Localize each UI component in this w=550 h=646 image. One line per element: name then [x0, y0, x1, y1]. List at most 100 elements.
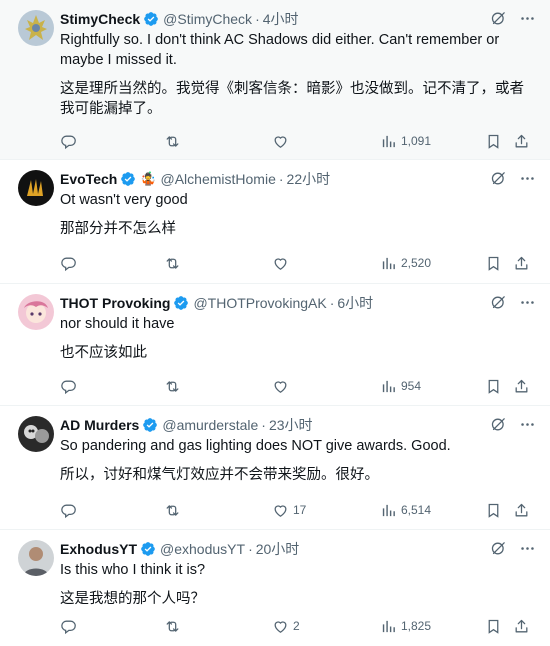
- bookmark-button[interactable]: [485, 255, 502, 272]
- action-bar: 2 1,825: [60, 616, 536, 636]
- timestamp[interactable]: 4小时: [263, 9, 299, 29]
- views-button[interactable]: 1,091: [380, 133, 431, 150]
- tweet[interactable]: StimyCheck @StimyCheck · 4小时 Rightfully …: [0, 0, 550, 160]
- like-button[interactable]: [272, 255, 293, 272]
- repost-button[interactable]: [164, 133, 185, 150]
- share-icon: [513, 378, 530, 395]
- repost-button[interactable]: [164, 502, 185, 519]
- share-button[interactable]: [513, 378, 530, 395]
- avatar[interactable]: [18, 170, 54, 206]
- bookmark-icon: [485, 378, 502, 395]
- display-name[interactable]: AD Murders: [60, 417, 139, 433]
- handle[interactable]: @AlchemistHomie: [161, 171, 276, 187]
- handle[interactable]: @amurderstale: [162, 417, 258, 433]
- tweet-translation: 这是理所当然的。我觉得《刺客信条：暗影》也没做到。记不清了，或者我可能漏掉了。: [60, 81, 524, 117]
- verified-badge-icon: [142, 417, 158, 433]
- grok-icon[interactable]: [490, 10, 507, 27]
- bookmark-button[interactable]: [485, 618, 502, 635]
- tweet-text: Rightfully so. I don't think AC Shadows …: [60, 32, 500, 68]
- repost-button[interactable]: [164, 618, 185, 635]
- views-button[interactable]: 954: [380, 378, 421, 395]
- share-button[interactable]: [513, 502, 530, 519]
- timestamp[interactable]: 6小时: [337, 293, 373, 313]
- views-button[interactable]: 2,520: [380, 255, 431, 272]
- like-button[interactable]: 2: [272, 618, 300, 635]
- display-name[interactable]: ExhodusYT: [60, 541, 137, 557]
- repost-icon: [164, 133, 181, 150]
- handle[interactable]: @StimyCheck: [163, 11, 252, 27]
- share-button[interactable]: [513, 255, 530, 272]
- timestamp[interactable]: 22小时: [287, 169, 331, 189]
- separator-dot: ·: [255, 11, 260, 27]
- reply-button[interactable]: [60, 502, 81, 519]
- views-icon: [380, 502, 397, 519]
- avatar[interactable]: [18, 540, 54, 576]
- bookmark-icon: [485, 255, 502, 272]
- verified-badge-icon: [140, 541, 156, 557]
- tweet-translation: 那部分并不怎么样: [60, 221, 176, 237]
- more-icon[interactable]: [519, 416, 536, 433]
- tweet[interactable]: THOT Provoking @THOTProvokingAK · 6小时 no…: [0, 284, 550, 406]
- timestamp[interactable]: 23小时: [269, 415, 313, 435]
- share-icon: [513, 255, 530, 272]
- repost-button[interactable]: [164, 255, 185, 272]
- bookmark-button[interactable]: [485, 133, 502, 150]
- repost-icon: [164, 378, 181, 395]
- reply-button[interactable]: [60, 133, 81, 150]
- reply-button[interactable]: [60, 378, 81, 395]
- like-button[interactable]: 17: [272, 502, 306, 519]
- bookmark-button[interactable]: [485, 378, 502, 395]
- tweet-text: So pandering and gas lighting does NOT g…: [60, 438, 451, 454]
- more-icon[interactable]: [519, 294, 536, 311]
- more-icon[interactable]: [519, 170, 536, 187]
- tweet-text: Ot wasn't very good: [60, 192, 188, 208]
- verified-badge-icon: [120, 171, 136, 187]
- tweet[interactable]: AD Murders @amurderstale · 23小时 So pande…: [0, 406, 550, 530]
- handle[interactable]: @THOTProvokingAK: [193, 295, 326, 311]
- like-button[interactable]: [272, 378, 293, 395]
- share-button[interactable]: [513, 133, 530, 150]
- bookmark-icon: [485, 133, 502, 150]
- avatar[interactable]: [18, 10, 54, 46]
- display-name[interactable]: StimyCheck: [60, 11, 140, 27]
- separator-dot: ·: [261, 417, 266, 433]
- timestamp[interactable]: 20小时: [256, 539, 300, 559]
- grok-icon[interactable]: [490, 416, 507, 433]
- bookmark-button[interactable]: [485, 502, 502, 519]
- like-icon: [272, 378, 289, 395]
- reply-button[interactable]: [60, 255, 81, 272]
- grok-icon[interactable]: [490, 294, 507, 311]
- action-bar: 2,520: [60, 253, 536, 273]
- action-bar: 1,091: [60, 131, 536, 151]
- tweet-translation: 也不应该如此: [60, 345, 147, 361]
- views-button[interactable]: 1,825: [380, 618, 431, 635]
- reply-icon: [60, 133, 77, 150]
- like-icon: [272, 133, 289, 150]
- views-icon: [380, 133, 397, 150]
- display-name[interactable]: THOT Provoking: [60, 295, 170, 311]
- more-icon[interactable]: [519, 540, 536, 557]
- repost-button[interactable]: [164, 378, 185, 395]
- view-count: 954: [401, 379, 422, 393]
- views-button[interactable]: 6,514: [380, 502, 431, 519]
- reply-button[interactable]: [60, 618, 81, 635]
- like-button[interactable]: [272, 133, 293, 150]
- share-button[interactable]: [513, 618, 530, 635]
- verified-badge-icon: [173, 295, 189, 311]
- tweet[interactable]: EvoTech 🤹 @AlchemistHomie · 22小时 Ot wasn…: [0, 160, 550, 284]
- handle[interactable]: @exhodusYT: [160, 541, 245, 557]
- display-name[interactable]: EvoTech: [60, 171, 117, 187]
- grok-icon[interactable]: [490, 540, 507, 557]
- views-icon: [380, 618, 397, 635]
- tweet[interactable]: ExhodusYT @exhodusYT · 20小时 Is this who …: [0, 530, 550, 646]
- avatar[interactable]: [18, 416, 54, 452]
- verified-badge-icon: [143, 11, 159, 27]
- separator-dot: ·: [248, 541, 253, 557]
- action-bar: 17 6,514: [60, 500, 536, 520]
- like-count: 2: [293, 619, 300, 633]
- avatar[interactable]: [18, 294, 54, 330]
- grok-icon[interactable]: [490, 170, 507, 187]
- bookmark-icon: [485, 502, 502, 519]
- tweet-text: nor should it have: [60, 316, 175, 332]
- more-icon[interactable]: [519, 10, 536, 27]
